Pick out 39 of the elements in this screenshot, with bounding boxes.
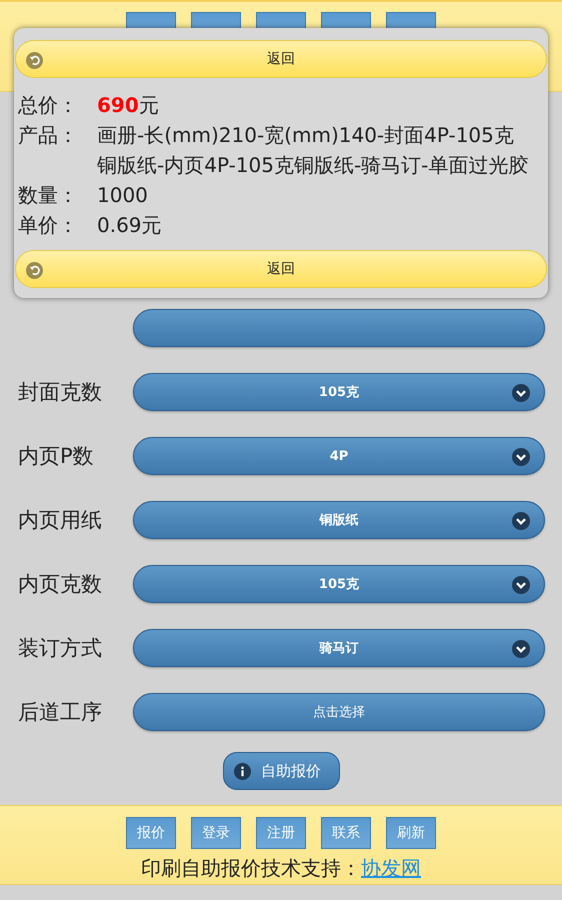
field-label: 封面克数	[18, 379, 103, 406]
site-link[interactable]: 协发网	[361, 855, 421, 882]
detail-value: 1000	[97, 182, 149, 209]
total-label: 总价：	[18, 92, 79, 119]
nav-button[interactable]: 报价	[126, 817, 176, 849]
field-label: 装订方式	[18, 635, 103, 662]
nav-button[interactable]: 注册	[256, 817, 306, 849]
nav-button[interactable]: 联系	[321, 817, 371, 849]
chevron-down-icon	[512, 576, 530, 594]
detail-value: 画册-长(mm)210-宽(mm)140-封面4P-105克铜版纸-内页4P-105克铜版纸-骑马订-单面过光胶	[97, 122, 530, 179]
detail-label: 单价：	[18, 212, 79, 239]
field-label: 内页用纸	[18, 507, 103, 534]
field-label: 内页克数	[18, 571, 103, 598]
nav-button[interactable]: 刷新	[386, 817, 436, 849]
select-button[interactable]: 点击选择	[133, 693, 545, 731]
back-button[interactable]: 返回	[15, 40, 547, 78]
dropdown[interactable]: 105克	[133, 565, 545, 603]
dropdown[interactable]: 骑马订	[133, 629, 545, 667]
chevron-down-icon	[512, 512, 530, 530]
back-icon	[26, 52, 43, 69]
detail-label: 数量：	[18, 182, 79, 209]
total-price: 690元	[97, 92, 160, 119]
back-button[interactable]: 返回	[15, 250, 547, 288]
back-icon	[26, 262, 43, 279]
dropdown[interactable]: 铜版纸	[133, 501, 545, 539]
chevron-down-icon	[512, 384, 530, 402]
nav-button[interactable]: 登录	[191, 817, 241, 849]
field-label: 内页P数	[18, 443, 95, 470]
info-icon	[234, 762, 251, 780]
credit-text: 印刷自助报价技术支持：	[141, 855, 361, 882]
quote-button[interactable]: 自助报价	[223, 752, 340, 790]
detail-value: 0.69元	[97, 212, 163, 239]
detail-label: 产品：	[18, 122, 79, 149]
field-label: 后道工序	[18, 699, 103, 726]
dropdown[interactable]: 4P	[133, 437, 545, 475]
chevron-down-icon	[512, 640, 530, 658]
chevron-down-icon	[512, 448, 530, 466]
dropdown[interactable]: 105克	[133, 373, 545, 411]
dropdown[interactable]	[133, 309, 545, 347]
